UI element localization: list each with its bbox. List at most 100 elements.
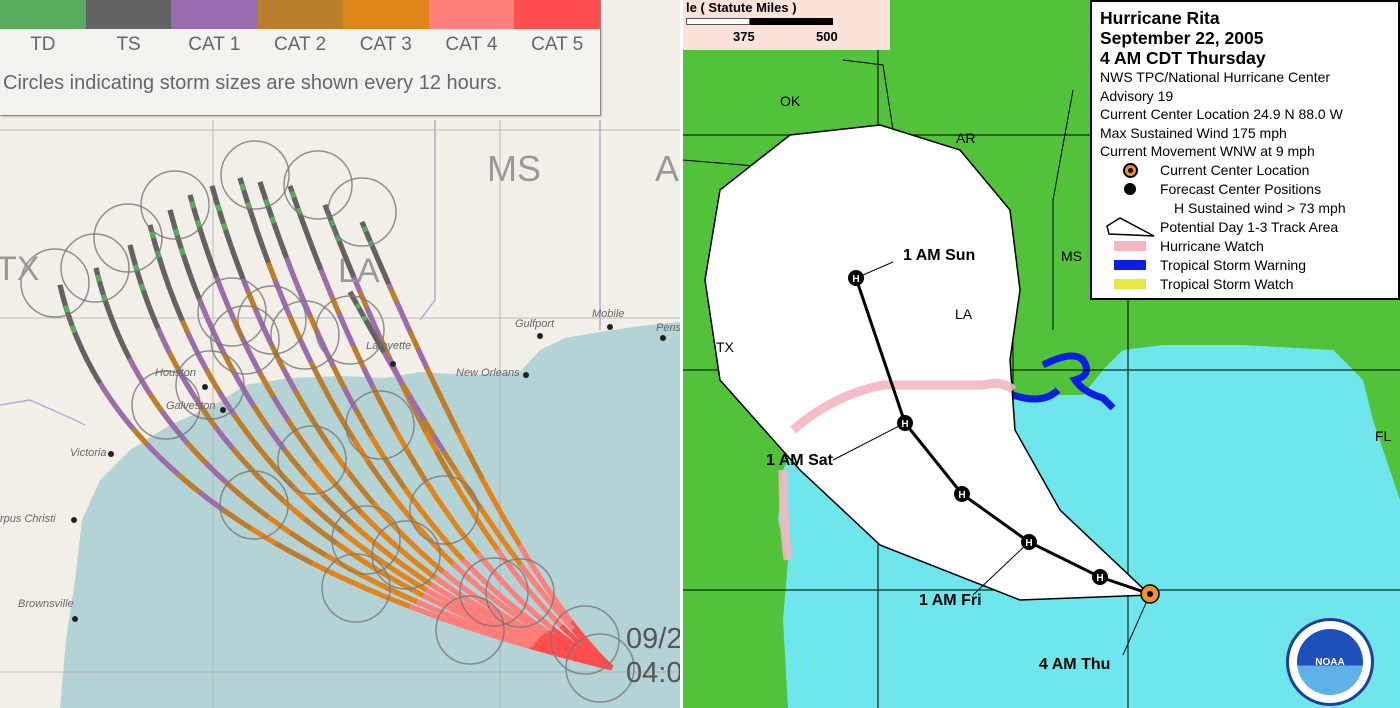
- category-swatches: [0, 0, 601, 29]
- legend-item: Current Center Location: [1100, 161, 1390, 180]
- city-label: Gulfport: [515, 318, 555, 330]
- time-text: 04:0: [626, 657, 680, 689]
- state-label-ok: OK: [780, 93, 801, 109]
- category-label: TS: [116, 34, 141, 55]
- forecast-position-h: H: [958, 490, 965, 501]
- state-label-la: LA: [955, 306, 973, 322]
- legend-item-label: Tropical Storm Warning: [1160, 256, 1307, 273]
- category-label: CAT 1: [188, 34, 241, 55]
- scale-bar: le ( Statute Miles ) 375 500: [683, 0, 890, 50]
- legend-item: Potential Day 1-3 Track Area: [1100, 216, 1390, 238]
- city-label: Victoria: [70, 447, 107, 459]
- city-dot: [523, 372, 529, 378]
- legend-item-label: Potential Day 1-3 Track Area: [1160, 218, 1339, 235]
- state-label-fl: FL: [1375, 428, 1392, 444]
- legend-item: Tropical Storm Warning: [1100, 256, 1390, 275]
- state-label-ar: AR: [956, 130, 976, 146]
- legend-wind: Max Sustained Wind 175 mph: [1100, 124, 1287, 141]
- category-legend: TD TS CAT 1 CAT 2 CAT 3 CAT 4 CAT 5 Circles in…: [0, 0, 601, 116]
- legend-title: Hurricane Rita: [1100, 8, 1220, 28]
- city-label: Lafayette: [366, 340, 412, 352]
- swatch-cat-2: [257, 0, 343, 29]
- left-map-panel: TX MS LA A Gulfport Mobile Pens Lafayett…: [0, 0, 680, 708]
- legend-movement: Current Movement WNW at 9 mph: [1100, 143, 1315, 159]
- legend-note: Circles indicating storm sizes are shown…: [3, 72, 503, 94]
- legend-item-label: Hurricane Watch: [1160, 237, 1264, 254]
- scale-segment-black: [750, 18, 833, 25]
- category-label: CAT 2: [273, 34, 327, 55]
- category-label: CAT 4: [445, 34, 498, 55]
- swatch-cat-3: [342, 0, 429, 29]
- legend-items: Current Center Location Forecast Center P…: [1100, 161, 1390, 294]
- legend-advisory: Advisory 19: [1100, 87, 1174, 104]
- right-map-panel: H H H H H le ( Statute Miles ) 375 500 OK AR…: [683, 0, 1400, 708]
- city-label: Houston: [155, 367, 196, 379]
- legend-item-label: Current Center Location: [1160, 161, 1310, 178]
- swatch-cat-4: [428, 0, 515, 29]
- forecast-label-thu: 4 AM Thu: [1039, 656, 1111, 673]
- forecast-position-icon: [1100, 183, 1160, 195]
- scale-tick: 375: [733, 29, 755, 44]
- label-leader-line: [1122, 593, 1151, 656]
- category-label: CAT 3: [359, 34, 412, 55]
- legend-item: Hurricane Watch: [1100, 237, 1390, 256]
- legend-time: 4 AM CDT Thursday: [1100, 48, 1266, 68]
- current-center-icon: [1100, 162, 1160, 178]
- swatch-icon: [1100, 260, 1160, 270]
- swatch-ts: [85, 0, 172, 29]
- legend-item: Tropical Storm Watch: [1100, 275, 1390, 294]
- forecast-label-sat: 1 AM Sat: [766, 452, 833, 469]
- city-dot: [607, 324, 613, 330]
- category-label: TD: [30, 34, 56, 55]
- city-dot: [71, 517, 77, 523]
- city-dot: [202, 384, 208, 390]
- forecast-position-h: H: [901, 419, 908, 430]
- city-dot: [537, 333, 543, 339]
- legend-item-label: Forecast Center Positions: [1160, 180, 1322, 197]
- advisory-legend: Hurricane Rita September 22, 2005 4 AM C…: [1090, 0, 1400, 300]
- noaa-seal-icon: NOAA: [1297, 629, 1363, 695]
- noaa-logo: NOAA: [1286, 618, 1374, 706]
- city-dot: [390, 361, 396, 367]
- legend-item: H Sustained wind > 73 mph: [1100, 199, 1390, 218]
- storm-size-circle: [220, 140, 290, 210]
- forecast-label-fri: 1 AM Fri: [919, 592, 982, 609]
- city-label: Pens: [656, 322, 680, 334]
- state-label-tx: TX: [716, 339, 734, 355]
- state-label-la: LA: [338, 252, 380, 290]
- scale-title: le ( Statute Miles ): [686, 0, 797, 15]
- city-dot: [108, 451, 114, 457]
- state-label-ms: MS: [1061, 248, 1082, 264]
- scale-tick: 500: [816, 29, 838, 44]
- legend-item-label: Tropical Storm Watch: [1160, 275, 1294, 292]
- forecast-position-h: H: [1096, 573, 1103, 584]
- track-area-icon: [1100, 216, 1160, 238]
- swatch-cat-5: [514, 0, 601, 29]
- city-dot: [660, 335, 666, 341]
- swatch-td: [0, 0, 86, 29]
- city-dot: [72, 616, 78, 622]
- state-label-al: A: [655, 148, 680, 189]
- forecast-label-sun: 1 AM Sun: [903, 247, 976, 264]
- scale-segment-white: [686, 18, 750, 25]
- forecast-position-h: H: [852, 274, 859, 285]
- legend-date: September 22, 2005: [1100, 28, 1264, 48]
- swatch-icon: [1100, 279, 1160, 289]
- forecast-time-label: 09/2 04:0: [626, 622, 680, 690]
- swatch-icon: [1100, 241, 1160, 251]
- forecast-position-h: H: [1025, 538, 1032, 549]
- state-label-tx: TX: [0, 250, 40, 288]
- city-label: Brownsville: [18, 598, 74, 610]
- legend-item-label: H Sustained wind > 73 mph: [1174, 199, 1346, 216]
- city-label: Galveston: [166, 400, 216, 412]
- swatch-cat-1: [171, 0, 258, 29]
- city-label: New Orleans: [456, 367, 520, 379]
- legend-item: Forecast Center Positions: [1100, 180, 1390, 199]
- legend-location: Current Center Location 24.9 N 88.0 W: [1100, 106, 1343, 122]
- state-label-ms: MS: [487, 148, 541, 189]
- legend-agency: NWS TPC/National Hurricane Center: [1100, 69, 1331, 85]
- city-dot: [220, 407, 226, 413]
- city-label: rpus Christi: [0, 513, 56, 525]
- category-label: CAT 5: [531, 34, 584, 55]
- current-center-dot: [1147, 591, 1153, 597]
